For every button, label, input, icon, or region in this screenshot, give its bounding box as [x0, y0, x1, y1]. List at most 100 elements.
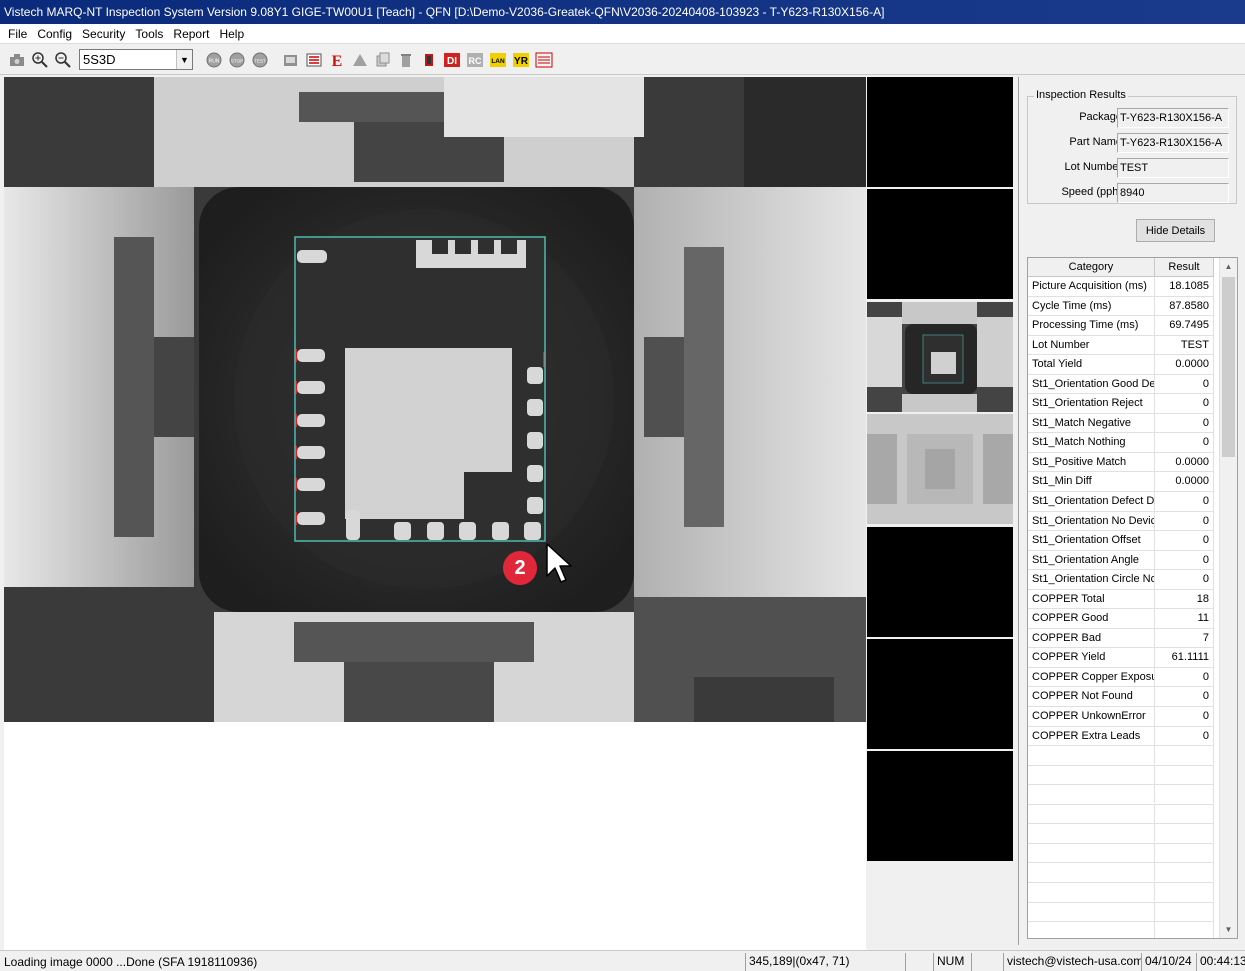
package-field[interactable]: T-Y623-R130X156-A [1117, 108, 1229, 128]
inspection-image-view[interactable] [4, 77, 866, 722]
device-icon[interactable] [418, 49, 439, 71]
table-row[interactable]: Total Yield 0.0000 [1028, 355, 1214, 375]
table-row[interactable]: St1_Orientation Good Dev 0 [1028, 374, 1214, 395]
triangle-icon[interactable] [349, 49, 370, 71]
menu-help[interactable]: Help [214, 24, 249, 44]
category-cell: Processing Time (ms) [1028, 316, 1155, 335]
di-icon[interactable]: DI [441, 49, 462, 71]
table-row[interactable]: St1_Orientation Defect De 0 [1028, 492, 1214, 512]
lan-icon[interactable]: LAN [487, 49, 508, 71]
result-cell: 0 [1155, 433, 1214, 452]
thumbnail-6[interactable] [867, 639, 1013, 749]
category-cell: St1_Orientation Reject [1028, 394, 1155, 413]
thumbnail-3[interactable] [867, 302, 1013, 412]
copy-icon[interactable] [372, 49, 393, 71]
menu-tools[interactable]: Tools [130, 24, 168, 44]
table-row[interactable]: St1_Match Negative 0 [1028, 413, 1214, 434]
result-cell: 0.0000 [1155, 472, 1214, 492]
table-row[interactable]: Lot Number TEST [1028, 335, 1214, 356]
result-cell: 0 [1155, 550, 1214, 570]
result-cell: 7 [1155, 628, 1214, 648]
scroll-up-icon[interactable]: ▲ [1220, 258, 1237, 275]
category-cell: St1_Orientation Defect De [1028, 492, 1155, 511]
zoom-in-icon[interactable] [29, 49, 50, 71]
table-row[interactable]: Processing Time (ms) 69.7495 [1028, 316, 1214, 336]
menu-config[interactable]: Config [32, 24, 77, 44]
open-image-icon[interactable] [280, 49, 301, 71]
empty-cell [1155, 843, 1214, 862]
result-cell: 0 [1155, 531, 1214, 550]
grid-header: Category Result [1028, 258, 1214, 277]
table-row[interactable]: St1_Orientation Reject 0 [1028, 394, 1214, 414]
thumbnail-1[interactable] [867, 77, 1013, 187]
table-row[interactable]: COPPER Copper Exposure 0 [1028, 667, 1214, 688]
teach-icon[interactable] [303, 49, 324, 71]
table-row[interactable]: St1_Orientation No Device 0 [1028, 511, 1214, 532]
recipe-combo[interactable]: 5S3D ▼ [79, 49, 193, 70]
thumbnail-3-image [867, 302, 1013, 412]
chevron-down-icon[interactable]: ▼ [176, 50, 192, 69]
result-header[interactable]: Result [1155, 258, 1214, 277]
table-row[interactable]: St1_Min Diff 0.0000 [1028, 472, 1214, 493]
table-row[interactable]: COPPER Good 11 [1028, 609, 1214, 629]
results-panel: Inspection Results Package T-Y623-R130X1… [1018, 77, 1242, 945]
result-cell: 0 [1155, 374, 1214, 394]
category-cell: COPPER Yield [1028, 648, 1155, 667]
result-cell: 0.0000 [1155, 452, 1214, 472]
zoom-out-icon[interactable] [52, 49, 73, 71]
thumbnail-7[interactable] [867, 751, 1013, 861]
category-cell: COPPER Total [1028, 589, 1155, 609]
empty-cell [1155, 804, 1214, 823]
table-row[interactable]: COPPER Yield 61.1111 [1028, 648, 1214, 668]
speed-row: Speed (pph) 8940 [1028, 183, 1238, 203]
empty-row [1028, 843, 1214, 864]
table-row[interactable]: Picture Acquisition (ms) 18.1085 [1028, 277, 1214, 297]
stop-icon[interactable]: STOP [226, 49, 247, 71]
speed-field[interactable]: 8940 [1117, 183, 1229, 203]
hide-details-button[interactable]: Hide Details [1136, 219, 1215, 242]
table-row[interactable]: Cycle Time (ms) 87.8580 [1028, 296, 1214, 317]
table-row[interactable]: COPPER Extra Leads 0 [1028, 726, 1214, 747]
empty-row [1028, 824, 1214, 844]
status-email: vistech@vistech-usa.com [1003, 953, 1141, 971]
step-marker-badge: 2 [503, 551, 537, 585]
lot-number-label: Lot Number [1064, 161, 1122, 173]
report-icon[interactable] [533, 49, 554, 71]
table-row[interactable]: COPPER Not Found 0 [1028, 687, 1214, 708]
menu-report[interactable]: Report [168, 24, 214, 44]
thumbnail-5[interactable] [867, 527, 1013, 637]
table-row[interactable]: St1_Orientation Angle 0 [1028, 550, 1214, 571]
empty-cell [1028, 902, 1155, 921]
window-title: Vistech MARQ-NT Inspection System Versio… [0, 0, 1245, 24]
grid-scrollbar[interactable]: ▲ ▼ [1219, 258, 1237, 938]
part-name-field[interactable]: T-Y623-R130X156-A [1117, 133, 1229, 153]
svg-text:DI: DI [447, 56, 457, 67]
scroll-thumb[interactable] [1222, 277, 1235, 457]
e-icon[interactable]: E [326, 49, 347, 71]
rc-icon[interactable]: RC [464, 49, 485, 71]
run-icon[interactable]: RUN [203, 49, 224, 71]
table-row[interactable]: St1_Orientation Circle Not 0 [1028, 570, 1214, 590]
lot-number-row: Lot Number TEST [1028, 158, 1238, 178]
table-row[interactable]: COPPER Total 18 [1028, 589, 1214, 610]
empty-cell [1028, 843, 1155, 862]
test-icon[interactable]: TEST [249, 49, 270, 71]
table-row[interactable]: COPPER Bad 7 [1028, 628, 1214, 649]
table-row[interactable]: St1_Positive Match 0.0000 [1028, 452, 1214, 473]
trash-icon[interactable] [395, 49, 416, 71]
yr-icon[interactable]: YR [510, 49, 531, 71]
table-row[interactable]: St1_Match Nothing 0 [1028, 433, 1214, 453]
menu-file[interactable]: File [3, 24, 32, 44]
thumbnail-4[interactable] [867, 414, 1013, 524]
thumbnail-2[interactable] [867, 189, 1013, 299]
empty-cell [1155, 882, 1214, 901]
table-row[interactable]: St1_Orientation Offset 0 [1028, 531, 1214, 551]
menu-security[interactable]: Security [77, 24, 130, 44]
result-cell: 0 [1155, 413, 1214, 433]
camera-icon[interactable] [6, 49, 27, 71]
scroll-down-icon[interactable]: ▼ [1220, 921, 1237, 938]
lot-number-field[interactable]: TEST [1117, 158, 1229, 178]
empty-row [1028, 902, 1214, 923]
table-row[interactable]: COPPER UnkownError 0 [1028, 707, 1214, 727]
category-header[interactable]: Category [1028, 258, 1155, 277]
